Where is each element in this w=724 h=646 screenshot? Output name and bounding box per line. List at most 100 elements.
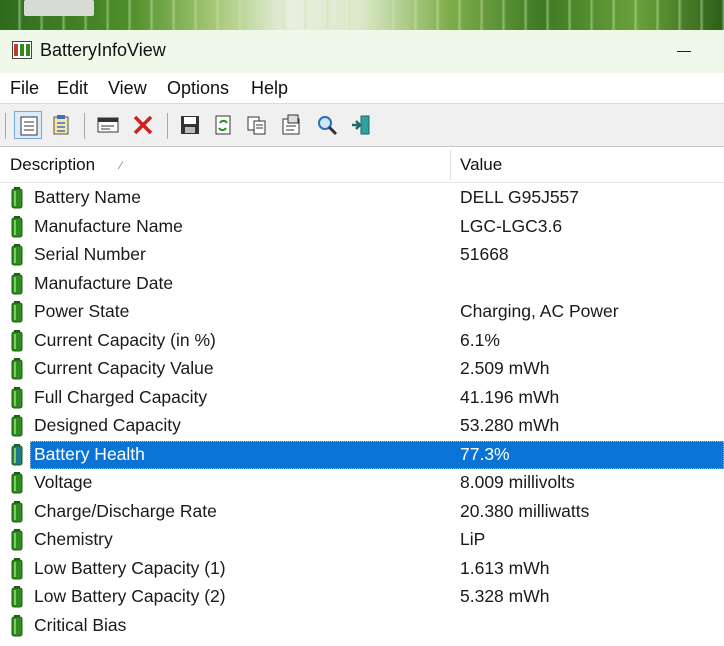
column-value-header[interactable]: Value	[460, 155, 502, 175]
row-description: Current Capacity Value	[34, 358, 214, 378]
table-row[interactable]: Current Capacity Value 2.509 mWh	[0, 355, 724, 384]
battery-icon	[11, 272, 23, 294]
row-description: Low Battery Capacity (2)	[34, 586, 226, 606]
table-row[interactable]: Full Charged Capacity 41.196 mWh	[0, 384, 724, 413]
exit-button[interactable]	[347, 111, 375, 139]
save-button[interactable]	[176, 111, 204, 139]
copy-button[interactable]	[243, 111, 271, 139]
battery-icon	[11, 215, 23, 237]
battery-icon	[11, 529, 23, 551]
table-row[interactable]: Chemistry LiP	[0, 526, 724, 555]
table-row[interactable]: Battery Health 77.3%	[0, 440, 724, 470]
battery-icon	[11, 301, 23, 323]
table-row[interactable]: Serial Number 51668	[0, 241, 724, 270]
row-description: Voltage	[34, 472, 93, 492]
toolbar-separator	[167, 113, 168, 139]
row-description: Serial Number	[34, 244, 146, 264]
menu-help[interactable]: Help	[251, 78, 288, 99]
table-row[interactable]: Manufacture Date	[0, 270, 724, 299]
menu-bar: File Edit View Options Help	[0, 73, 724, 103]
minimize-button[interactable]	[650, 30, 720, 73]
battery-icon	[11, 329, 23, 351]
row-description: Battery Health	[34, 443, 145, 464]
row-description: Chemistry	[34, 529, 113, 549]
row-description: Full Charged Capacity	[34, 386, 208, 407]
column-divider[interactable]	[450, 150, 451, 180]
battery-icon	[11, 415, 23, 437]
row-value: 51668	[460, 244, 509, 264]
row-value: LGC-LGC3.6	[460, 215, 563, 236]
battery-icon	[11, 244, 23, 266]
row-description: Critical Bias	[34, 614, 127, 635]
properties-window-button[interactable]	[94, 111, 122, 139]
row-value: 1.613 mWh	[460, 557, 550, 578]
find-icon	[318, 116, 338, 136]
table-row[interactable]: Power State Charging, AC Power	[0, 298, 724, 327]
app-icon	[12, 41, 32, 59]
row-value: 53.280 mWh	[460, 415, 560, 435]
battery-icon	[11, 472, 23, 494]
refresh-icon	[215, 115, 231, 135]
table-row[interactable]: Low Battery Capacity (1) 1.613 mWh	[0, 555, 724, 584]
table-row[interactable]: Manufacture Name LGC-LGC3.6	[0, 213, 724, 242]
battery-icon	[11, 358, 23, 380]
battery-info-list: Battery Name DELL G95J557 Manufacture Name…	[0, 184, 724, 640]
view-list-button[interactable]	[14, 111, 42, 139]
table-row[interactable]: Charge/Discharge Rate 20.380 milliwatts	[0, 498, 724, 527]
delete-button[interactable]	[129, 111, 157, 139]
properties-button[interactable]	[277, 111, 305, 139]
row-value: Charging, AC Power	[460, 301, 619, 321]
battery-icon	[11, 443, 23, 465]
title-bar[interactable]: BatteryInfoView	[0, 30, 724, 73]
delete-icon	[133, 115, 153, 135]
find-button[interactable]	[313, 111, 341, 139]
row-value: LiP	[460, 529, 486, 549]
window-title: BatteryInfoView	[40, 40, 166, 60]
exit-icon	[352, 115, 370, 135]
properties-icon	[282, 114, 300, 135]
menu-edit[interactable]: Edit	[57, 78, 88, 99]
properties-window-icon	[97, 117, 119, 133]
table-row[interactable]: Battery Name DELL G95J557	[0, 184, 724, 213]
menu-options[interactable]: Options	[167, 78, 229, 99]
row-description: Power State	[34, 301, 130, 321]
desktop-wallpaper	[0, 0, 724, 30]
column-header: Description ∕ Value	[0, 147, 724, 183]
table-row[interactable]: Critical Bias	[0, 612, 724, 641]
minimize-icon	[677, 51, 691, 52]
sort-indicator-icon: ∕	[120, 160, 122, 172]
column-description-header[interactable]: Description	[10, 155, 95, 175]
table-row[interactable]: Designed Capacity 53.280 mWh	[0, 412, 724, 441]
view-list-icon	[20, 116, 38, 136]
row-description: Low Battery Capacity (1)	[34, 557, 226, 578]
app-window: BatteryInfoView File Edit View Options H…	[0, 30, 724, 646]
refresh-button[interactable]	[209, 111, 237, 139]
battery-icon	[11, 500, 23, 522]
row-value: 20.380 milliwatts	[460, 500, 590, 521]
menu-view[interactable]: View	[108, 78, 147, 99]
row-value: 5.328 mWh	[460, 586, 550, 606]
battery-icon	[11, 557, 23, 579]
view-html-button[interactable]	[47, 111, 75, 139]
desktop-object	[24, 0, 94, 16]
row-description: Current Capacity (in %)	[34, 329, 216, 350]
row-value: DELL G95J557	[460, 187, 580, 207]
toolbar-separator	[84, 113, 85, 139]
row-description: Battery Name	[34, 187, 141, 207]
battery-icon	[11, 614, 23, 636]
menu-file[interactable]: File	[10, 78, 39, 99]
table-row[interactable]: Low Battery Capacity (2) 5.328 mWh	[0, 583, 724, 612]
row-value: 6.1%	[460, 329, 500, 350]
save-icon	[181, 116, 199, 134]
table-row[interactable]: Current Capacity (in %) 6.1%	[0, 327, 724, 356]
view-html-icon	[53, 115, 69, 135]
row-description: Manufacture Date	[34, 272, 174, 293]
row-value: 77.3%	[460, 443, 510, 464]
row-description: Charge/Discharge Rate	[34, 500, 217, 521]
table-row[interactable]: Voltage 8.009 millivolts	[0, 469, 724, 498]
toolbar-separator	[5, 113, 6, 139]
row-description: Manufacture Name	[34, 215, 183, 236]
toolbar	[0, 103, 724, 147]
row-value: 2.509 mWh	[460, 358, 550, 378]
copy-icon	[247, 116, 266, 135]
